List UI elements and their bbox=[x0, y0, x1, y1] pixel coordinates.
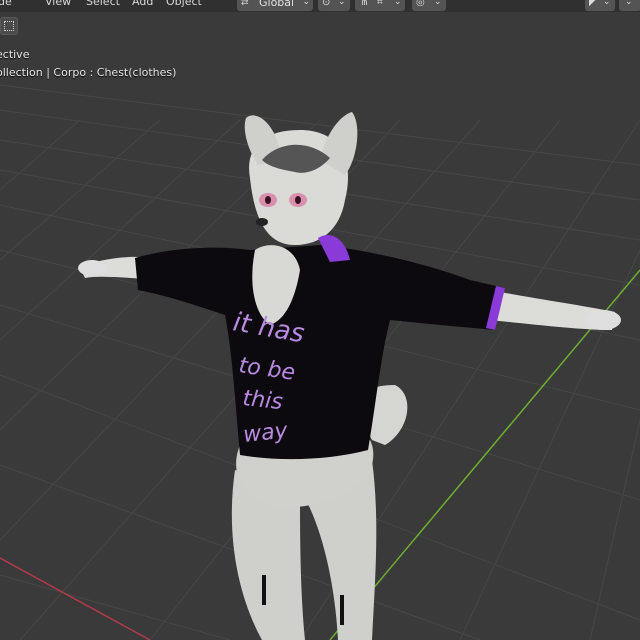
magnet-icon: ⋔ bbox=[360, 0, 369, 8]
select-box-icon: ◤ bbox=[589, 0, 597, 8]
pivot-point-button[interactable]: ⊙ ⌄ bbox=[318, 0, 350, 11]
orientation-icon: ⇄ bbox=[241, 0, 249, 8]
snap-button[interactable]: ⋔ ⌗ ⌄ bbox=[355, 0, 405, 11]
proportional-editing-button[interactable]: ◎ ⌄ bbox=[412, 0, 446, 11]
active-object-path: ollection | Corpo : Chest(clothes) bbox=[0, 66, 177, 79]
chevron-down-icon: ⌄ bbox=[434, 0, 442, 7]
menu-select[interactable]: Select bbox=[86, 0, 120, 8]
chevron-down-icon: ⌄ bbox=[394, 0, 402, 7]
transform-orientation-dropdown[interactable]: ⇄ Global ⌄ bbox=[237, 0, 313, 11]
view-perspective-label: ective bbox=[0, 48, 30, 61]
pivot-icon: ⊙ bbox=[322, 0, 331, 8]
menu-add[interactable]: Add bbox=[132, 0, 153, 8]
chevron-down-icon: ⌄ bbox=[603, 0, 611, 7]
menu-object[interactable]: Object bbox=[166, 0, 202, 8]
select-tool-button[interactable]: ◤ ⌄ bbox=[585, 0, 615, 11]
chevron-down-icon: ⌄ bbox=[338, 0, 346, 7]
character-model[interactable]: it has to be this way bbox=[0, 0, 640, 640]
3d-viewport[interactable]: it has to be this way de View Select Add… bbox=[0, 0, 640, 640]
shirt-text-line4: way bbox=[242, 418, 290, 448]
chevron-down-icon: ⌄ bbox=[625, 0, 633, 7]
orientation-label: Global bbox=[259, 0, 295, 9]
toolbar-toggle-button[interactable] bbox=[0, 17, 18, 35]
mode-menu[interactable]: de bbox=[0, 0, 12, 8]
chevron-down-icon: ⌄ bbox=[302, 0, 310, 7]
select-box-icon bbox=[4, 21, 14, 31]
snap-target-icon: ⌗ bbox=[377, 0, 383, 8]
menu-view[interactable]: View bbox=[45, 0, 71, 8]
overlays-button[interactable]: ⌄ bbox=[619, 0, 640, 11]
proportional-editing-icon: ◎ bbox=[416, 0, 425, 8]
shirt-text-line3: this bbox=[241, 386, 284, 415]
